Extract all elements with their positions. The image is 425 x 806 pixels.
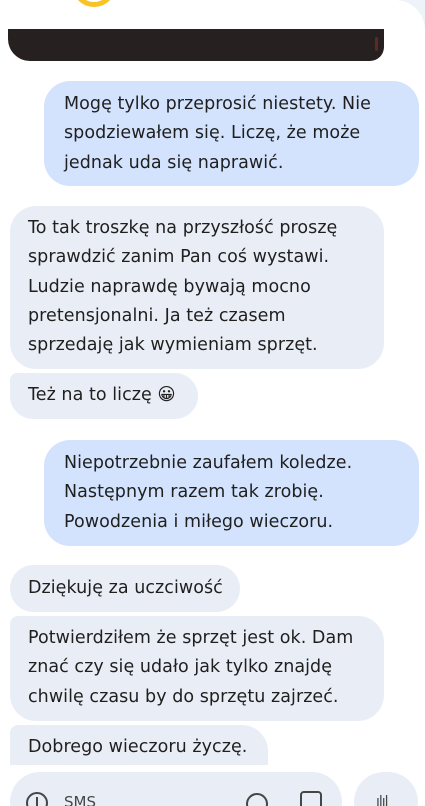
message-text: Dziękuję za uczciwość bbox=[28, 578, 223, 598]
message-outgoing[interactable]: Niepotrzebnie zaufałem koledze. Następny… bbox=[44, 440, 419, 546]
voice-waveform-icon: ılıl bbox=[376, 794, 389, 806]
voice-message-button[interactable]: ılıl bbox=[354, 772, 418, 806]
message-text: Dobrego wieczoru życzę. bbox=[28, 737, 248, 757]
add-attachment-icon[interactable] bbox=[26, 792, 48, 806]
message-composer[interactable]: SMS bbox=[10, 772, 342, 806]
sms-input[interactable]: SMS bbox=[64, 793, 96, 806]
conversation-panel: Mogę tylko przeprosić niestety. Nie spod… bbox=[0, 0, 425, 806]
gallery-icon[interactable] bbox=[300, 791, 322, 806]
message-text: Potwierdziłem że sprzęt jest ok. Dam zna… bbox=[28, 628, 354, 707]
message-outgoing[interactable]: Mogę tylko przeprosić niestety. Nie spod… bbox=[44, 81, 419, 186]
message-text: Mogę tylko przeprosić niestety. Nie spod… bbox=[64, 94, 371, 173]
message-text: To tak troszkę na przyszłość proszę spra… bbox=[28, 218, 338, 356]
contact-avatar[interactable] bbox=[72, 0, 116, 7]
message-incoming[interactable]: Dziękuję za uczciwość bbox=[10, 565, 240, 612]
message-incoming[interactable]: Potwierdziłem że sprzęt jest ok. Dam zna… bbox=[10, 616, 384, 721]
message-incoming[interactable]: Też na to liczę 😀 bbox=[10, 373, 198, 419]
message-incoming[interactable]: To tak troszkę na przyszłość proszę spra… bbox=[10, 206, 384, 369]
message-incoming[interactable]: Dobrego wieczoru życzę. bbox=[10, 725, 268, 765]
emoji-icon[interactable] bbox=[246, 793, 268, 806]
message-text: Niepotrzebnie zaufałem koledze. Następny… bbox=[64, 453, 353, 532]
message-text: Też na to liczę 😀 bbox=[28, 385, 176, 405]
media-attachment-preview[interactable] bbox=[8, 29, 384, 61]
